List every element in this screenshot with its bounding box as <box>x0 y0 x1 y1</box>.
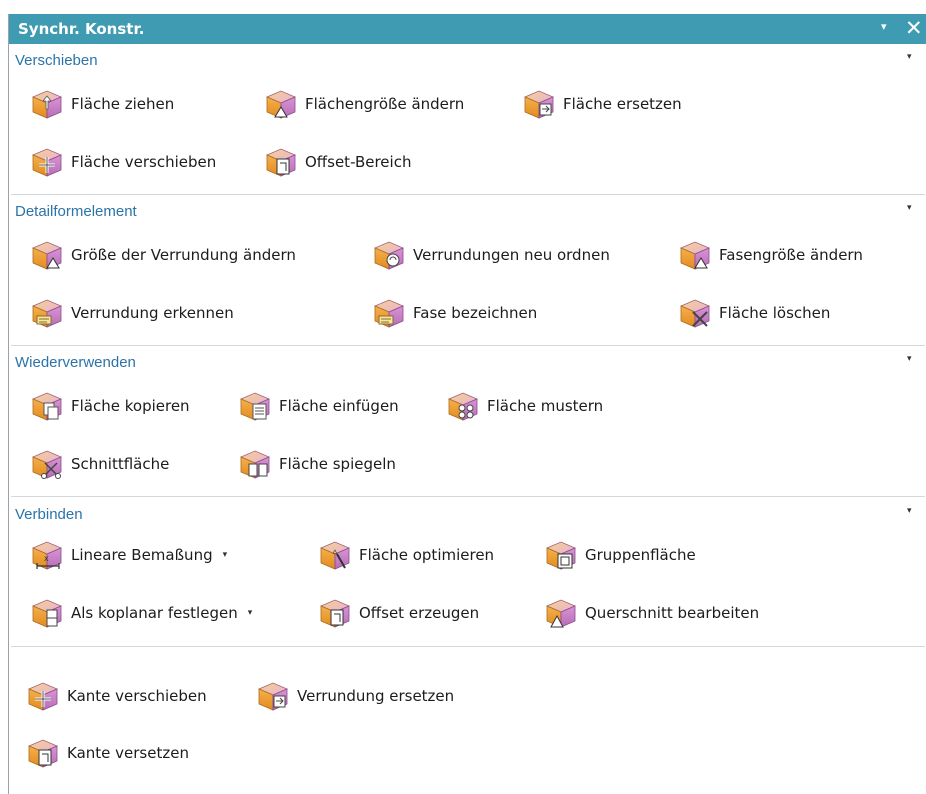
pull-face-icon <box>29 87 65 121</box>
replace-face-icon <box>521 87 557 121</box>
replace-face-button[interactable]: Fläche ersetzen <box>521 87 682 121</box>
pull-face-button[interactable]: Fläche ziehen <box>29 87 174 121</box>
close-icon[interactable]: ✕ <box>905 16 923 40</box>
optimize-face-icon <box>317 538 353 572</box>
replace-blend-icon <box>255 679 291 713</box>
dropdown-arrow-icon[interactable]: ▾ <box>223 550 228 560</box>
panel-titlebar: Synchr. Konstr. ▾ ✕ <box>9 14 926 44</box>
group-face-button[interactable]: Gruppenfläche <box>543 538 696 572</box>
delete-face-icon <box>677 296 713 330</box>
dropdown-arrow-icon[interactable]: ▾ <box>248 608 253 618</box>
item-label: Fläche spiegeln <box>279 455 396 473</box>
section-title: Verbinden <box>15 506 83 523</box>
section-title: Detailformelement <box>15 203 137 220</box>
offset-edge-icon <box>25 736 61 770</box>
copy-face-icon <box>29 389 65 423</box>
cross-section-icon <box>543 596 579 628</box>
item-label: Fasengröße ändern <box>719 246 863 264</box>
cross-section-button[interactable]: Querschnitt bearbeiten <box>543 596 759 630</box>
label-chamfer-button[interactable]: Fase bezeichnen <box>371 296 537 330</box>
item-label: Offset-Bereich <box>305 153 412 171</box>
offset-region-button[interactable]: Offset-Bereich <box>263 145 411 179</box>
make-offset-icon <box>317 596 353 630</box>
resize-face-icon <box>263 87 299 121</box>
svg-text:x: x <box>44 554 49 563</box>
resize-chamfer-button[interactable]: Fasengröße ändern <box>677 238 863 272</box>
label-blend-button[interactable]: Verrundung erkennen <box>29 296 234 330</box>
section-menu-arrow-icon[interactable]: ▾ <box>907 52 912 62</box>
linear-dimension-button[interactable]: x Lineare Bemaßung ▾ <box>29 538 227 572</box>
item-label: Fläche kopieren <box>71 397 190 415</box>
linear-dimension-icon: x <box>29 538 65 572</box>
pattern-face-button[interactable]: Fläche mustern <box>445 389 603 423</box>
label-chamfer-icon <box>371 296 407 330</box>
optimize-face-button[interactable]: Fläche optimieren <box>317 538 494 572</box>
replace-blend-button[interactable]: Verrundung ersetzen <box>255 679 454 713</box>
reorder-blend-button[interactable]: Verrundungen neu ordnen <box>371 238 610 272</box>
move-edge-icon <box>25 679 61 713</box>
item-label: Als koplanar festlegen <box>71 604 238 622</box>
item-label: Verrundungen neu ordnen <box>413 246 610 264</box>
resize-face-button[interactable]: Flächengröße ändern <box>263 87 464 121</box>
section-divider <box>11 496 925 497</box>
sync-construction-panel: Synchr. Konstr. ▾ ✕ Verschieben ▾ Fläche… <box>8 14 926 794</box>
move-face-button[interactable]: Fläche verschieben <box>29 145 216 179</box>
move-edge-button[interactable]: Kante verschieben <box>25 679 207 713</box>
section-menu-arrow-icon[interactable]: ▾ <box>907 203 912 213</box>
section-title: Verschieben <box>15 52 98 69</box>
item-label: Fläche ersetzen <box>563 95 682 113</box>
section-divider <box>11 194 925 195</box>
item-label: Fläche optimieren <box>359 546 495 564</box>
copy-face-button[interactable]: Fläche kopieren <box>29 389 190 423</box>
item-label: Größe der Verrundung ändern <box>71 246 296 264</box>
item-label: Fläche ziehen <box>71 95 175 113</box>
item-label: Verrundung erkennen <box>71 304 234 322</box>
offset-edge-button[interactable]: Kante versetzen <box>25 736 189 770</box>
section-title: Wiederverwenden <box>15 354 136 371</box>
cut-face-icon <box>29 447 65 479</box>
item-label: Fläche löschen <box>719 304 831 322</box>
panel-menu-icon[interactable]: ▾ <box>881 20 887 33</box>
delete-face-button[interactable]: Fläche löschen <box>677 296 830 330</box>
item-label: Gruppenfläche <box>585 546 696 564</box>
section-divider <box>11 345 925 346</box>
item-label: Kante versetzen <box>67 744 189 762</box>
cut-face-button[interactable]: Schnittfläche <box>29 447 169 481</box>
paste-face-icon <box>237 389 273 423</box>
item-label: Fase bezeichnen <box>413 304 538 322</box>
resize-chamfer-icon <box>677 238 713 272</box>
make-coplanar-icon <box>29 596 65 630</box>
item-label: Fläche verschieben <box>71 153 217 171</box>
move-face-icon <box>29 145 65 179</box>
mirror-face-button[interactable]: Fläche spiegeln <box>237 447 396 481</box>
item-label: Lineare Bemaßung <box>71 546 213 564</box>
section-menu-arrow-icon[interactable]: ▾ <box>907 354 912 364</box>
paste-face-button[interactable]: Fläche einfügen <box>237 389 399 423</box>
mirror-face-icon <box>237 447 273 481</box>
section-divider <box>11 646 925 647</box>
item-label: Querschnitt bearbeiten <box>585 604 760 622</box>
group-face-icon <box>543 538 579 572</box>
item-label: Fläche einfügen <box>279 397 399 415</box>
reorder-blend-icon <box>371 238 407 272</box>
panel-title: Synchr. Konstr. <box>18 20 145 38</box>
item-label: Verrundung ersetzen <box>297 687 455 705</box>
item-label: Offset erzeugen <box>359 604 480 622</box>
pattern-face-icon <box>445 389 481 423</box>
item-label: Kante verschieben <box>67 687 207 705</box>
item-label: Fläche mustern <box>487 397 604 415</box>
make-offset-button[interactable]: Offset erzeugen <box>317 596 479 630</box>
offset-region-icon <box>263 145 299 179</box>
section-menu-arrow-icon[interactable]: ▾ <box>907 506 912 516</box>
item-label: Schnittfläche <box>71 455 170 473</box>
resize-blend-button[interactable]: Größe der Verrundung ändern <box>29 238 296 272</box>
resize-blend-icon <box>29 238 65 272</box>
make-coplanar-button[interactable]: Als koplanar festlegen ▾ <box>29 596 252 630</box>
label-blend-icon <box>29 296 65 330</box>
item-label: Flächengröße ändern <box>305 95 465 113</box>
